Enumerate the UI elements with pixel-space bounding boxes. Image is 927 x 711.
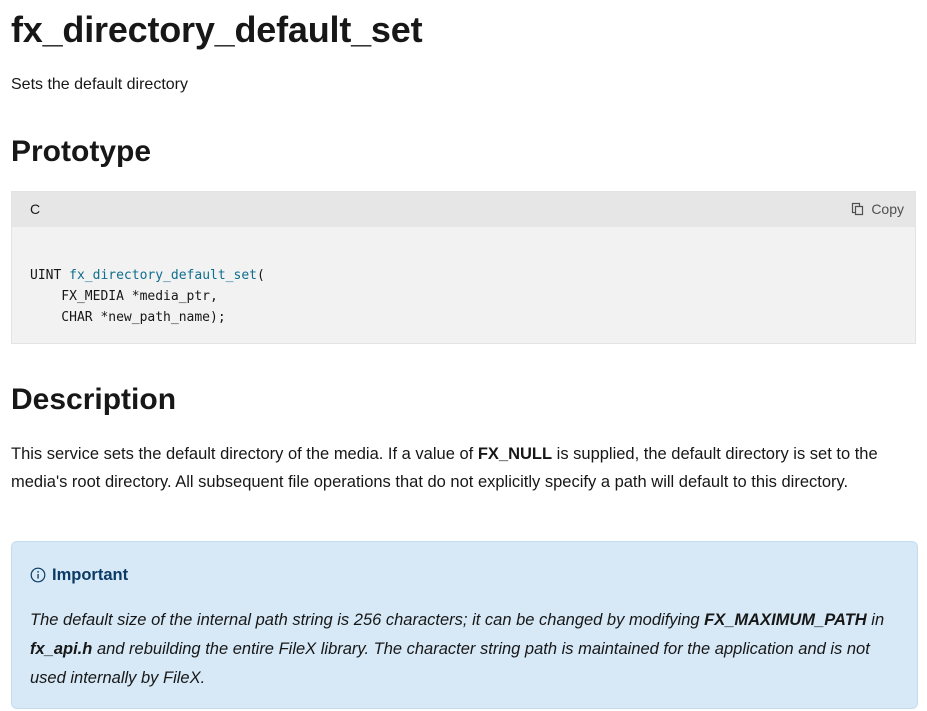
alert-text-part: in	[866, 611, 885, 629]
page-summary: Sets the default directory	[11, 76, 188, 93]
copy-icon	[851, 202, 865, 216]
page-title: fx_directory_default_set	[11, 9, 423, 50]
important-alert: Important The default size of the intern…	[11, 541, 918, 709]
alert-title: Important	[30, 564, 128, 586]
code-language-label: C	[30, 201, 41, 217]
alert-bold-term: fx_api.h	[30, 640, 93, 658]
info-circle-icon	[30, 567, 46, 583]
alert-text-part: and rebuilding the entire FileX library.…	[30, 640, 870, 687]
description-bold-term: FX_NULL	[477, 445, 553, 463]
copy-button-label: Copy	[871, 201, 904, 217]
description-part: This service sets the default directory …	[11, 445, 478, 463]
copy-button[interactable]: Copy	[851, 200, 904, 218]
code-param-media: FX_MEDIA *media_ptr,	[30, 289, 218, 304]
code-content: UINT fx_directory_default_set( FX_MEDIA …	[30, 265, 265, 328]
code-return-type: UINT	[30, 268, 70, 283]
code-open-paren: (	[256, 268, 265, 283]
alert-text: The default size of the internal path st…	[30, 606, 910, 693]
alert-title-label: Important	[52, 566, 129, 584]
code-block: C Copy UINT fx_directory_default_set( FX…	[11, 191, 916, 344]
code-param-path: CHAR *new_path_name);	[30, 310, 226, 325]
description-text: This service sets the default directory …	[11, 440, 916, 496]
alert-bold-term: FX_MAXIMUM_PATH	[704, 611, 867, 629]
code-header: C Copy	[12, 192, 915, 227]
alert-text-part: The default size of the internal path st…	[30, 611, 705, 629]
prototype-heading: Prototype	[11, 135, 152, 168]
code-function-name: fx_directory_default_set	[69, 268, 257, 283]
description-heading: Description	[11, 383, 177, 416]
